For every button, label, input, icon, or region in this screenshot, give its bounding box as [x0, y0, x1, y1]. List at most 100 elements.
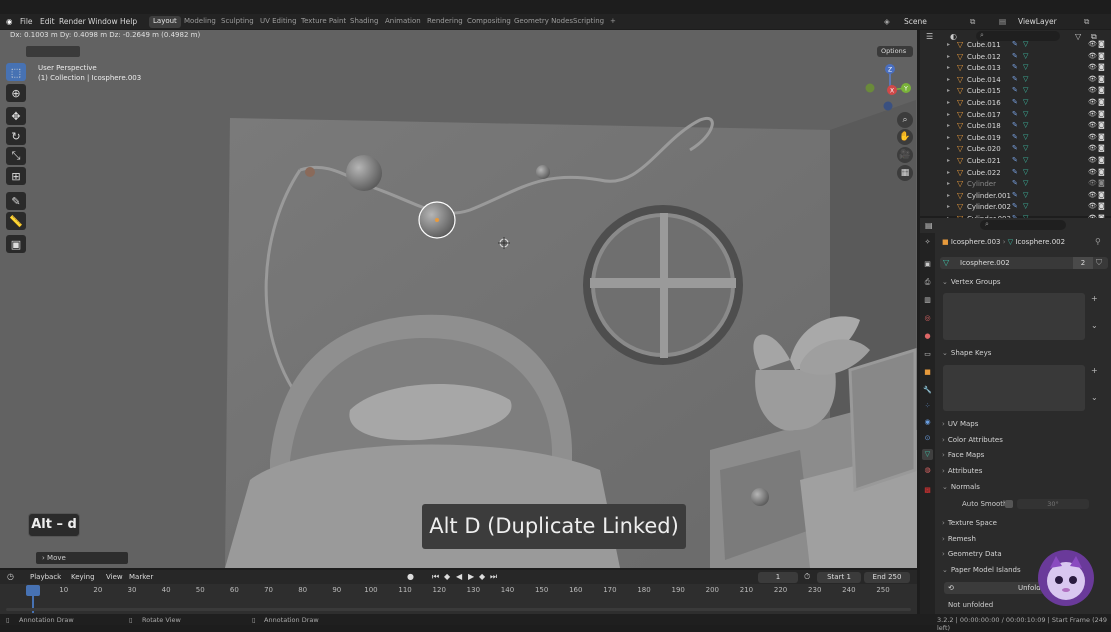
menu-help[interactable]: Help — [120, 17, 137, 26]
outliner-row-name[interactable]: Cube.011 — [967, 41, 1001, 49]
shape-keys-header[interactable]: ⌄ Shape Keys — [942, 349, 991, 357]
expand-arrow-icon[interactable]: ▸ — [947, 111, 950, 118]
texture-space-header[interactable]: › Texture Space — [942, 519, 997, 527]
outliner-row[interactable]: ▸ ▽ Cube.018 ✎ ▽ 👁 ◙ — [920, 121, 1111, 133]
outliner-row[interactable]: ▸ ▽ Cylinder.001 ✎ ▽ 👁 ◙ — [920, 191, 1111, 203]
pan-hand-icon[interactable]: ✋ — [897, 129, 913, 145]
expand-arrow-icon[interactable]: ▸ — [947, 145, 950, 152]
outliner-row[interactable]: ▸ ▽ Cube.020 ✎ ▽ 👁 ◙ — [920, 144, 1111, 156]
prev-keyframe-icon[interactable]: ◆ — [444, 572, 450, 581]
remesh-header[interactable]: › Remesh — [942, 535, 976, 543]
modifier-wrench-icon[interactable]: ✎ — [1012, 98, 1018, 106]
transform-tool-icon[interactable]: ⊞ — [6, 167, 26, 185]
physics-tab-icon[interactable]: ◉ — [922, 417, 933, 428]
expand-arrow-icon[interactable]: ▸ — [947, 99, 950, 106]
visibility-eye-icon[interactable]: 👁 — [1088, 144, 1097, 152]
tab-texture-paint[interactable]: Texture Paint — [297, 16, 350, 28]
outliner-row-name[interactable]: Cube.018 — [967, 122, 1001, 130]
outliner-row[interactable]: ▸ ▽ Cylinder.002 ✎ ▽ 👁 ◙ — [920, 202, 1111, 214]
annotate-tool-icon[interactable]: ✎ — [6, 192, 26, 210]
mesh-data-icon[interactable]: ▽ — [1023, 110, 1028, 118]
outliner-row[interactable]: ▸ ▽ Cube.016 ✎ ▽ 👁 ◙ — [920, 98, 1111, 110]
visibility-eye-icon[interactable]: 👁 — [1088, 156, 1097, 164]
expand-arrow-icon[interactable]: ▸ — [947, 53, 950, 60]
modifier-wrench-icon[interactable]: ✎ — [1012, 133, 1018, 141]
add-shape-key-icon[interactable]: + — [1091, 366, 1098, 375]
mesh-data-icon[interactable]: ▽ — [1023, 156, 1028, 164]
auto-smooth-checkbox[interactable] — [1005, 500, 1013, 508]
render-camera-icon[interactable]: ◙ — [1098, 121, 1105, 129]
outliner-row-name[interactable]: Cube.016 — [967, 99, 1001, 107]
start-frame-field[interactable]: Start 1 — [817, 572, 861, 583]
play-reverse-icon[interactable]: ◀ — [456, 572, 462, 581]
modifier-wrench-icon[interactable]: ✎ — [1012, 168, 1018, 176]
render-camera-icon[interactable]: ◙ — [1098, 191, 1105, 199]
outliner-row[interactable]: ▸ ▽ Cube.014 ✎ ▽ 👁 ◙ — [920, 75, 1111, 87]
outliner-row[interactable]: ▸ ▽ Cube.019 ✎ ▽ 👁 ◙ — [920, 133, 1111, 145]
playback-menu[interactable]: Playback — [30, 573, 61, 581]
visibility-eye-icon[interactable]: 👁 — [1088, 75, 1097, 83]
scene-icon[interactable]: ◈ — [884, 17, 890, 26]
mesh-data-icon[interactable]: ▽ — [1023, 52, 1028, 60]
tab-modeling[interactable]: Modeling — [180, 16, 220, 28]
tab-layout[interactable]: Layout — [149, 16, 181, 28]
scene-name[interactable]: Scene — [904, 17, 927, 26]
properties-editor-icon[interactable]: ▤ — [925, 221, 933, 230]
next-keyframe-icon[interactable]: ◆ — [479, 572, 485, 581]
outliner-row-name[interactable]: Cube.019 — [967, 134, 1001, 142]
timeline-panel[interactable]: ◷ Playback Keying View Marker ● ⏮ ◆ ◀ ▶ … — [0, 570, 917, 614]
color-attributes-header[interactable]: › Color Attributes — [942, 436, 1003, 444]
expand-arrow-icon[interactable]: ▸ — [947, 64, 950, 71]
properties-search-input[interactable]: ⌕ — [980, 220, 1066, 230]
outliner-row-name[interactable]: Cube.013 — [967, 64, 1001, 72]
tab-shading[interactable]: Shading — [346, 16, 382, 28]
record-icon[interactable]: ● — [407, 572, 414, 581]
mesh-data-icon[interactable]: ▽ — [1023, 63, 1028, 71]
render-camera-icon[interactable]: ◙ — [1098, 98, 1105, 106]
expand-arrow-icon[interactable]: ▸ — [947, 87, 950, 94]
add-cube-tool-icon[interactable]: ▣ — [6, 235, 26, 253]
outliner-row[interactable]: ▸ ▽ Cube.017 ✎ ▽ 👁 ◙ — [920, 110, 1111, 122]
outliner-row[interactable]: ▸ ▽ Cube.013 ✎ ▽ 👁 ◙ — [920, 63, 1111, 75]
outliner-row[interactable]: ▸ ▽ Cylinder ✎ ▽ 👁 ◙ — [920, 179, 1111, 191]
modifier-wrench-icon[interactable]: ✎ — [1012, 86, 1018, 94]
unfold-button[interactable]: ⟲ Unfold — [944, 582, 1044, 594]
keying-menu[interactable]: Keying — [71, 573, 95, 581]
modifier-wrench-icon[interactable]: ✎ — [1012, 156, 1018, 164]
stopwatch-icon[interactable]: ⏱ — [804, 572, 810, 582]
render-camera-icon[interactable]: ◙ — [1098, 75, 1105, 83]
zoom-icon[interactable]: ⌕ — [897, 112, 913, 128]
tab-geometry-nodes[interactable]: Geometry Nodes — [510, 16, 577, 28]
camera-view-icon[interactable]: 🎥 — [897, 147, 913, 163]
modifier-wrench-icon[interactable]: ✎ — [1012, 75, 1018, 83]
visibility-eye-icon[interactable]: 👁 — [1088, 168, 1097, 176]
auto-smooth-angle-field[interactable]: 30° — [1017, 499, 1089, 509]
visibility-eye-icon[interactable]: 👁 — [1088, 110, 1097, 118]
perspective-grid-icon[interactable]: ▦ — [897, 165, 913, 181]
outliner-row-name[interactable]: Cube.021 — [967, 157, 1001, 165]
visibility-eye-icon[interactable]: 👁 — [1088, 179, 1097, 187]
add-vertex-group-icon[interactable]: + — [1091, 294, 1098, 303]
mesh-data-icon[interactable]: ▽ — [1023, 40, 1028, 48]
modifier-wrench-icon[interactable]: ✎ — [1012, 52, 1018, 60]
render-camera-icon[interactable]: ◙ — [1098, 40, 1105, 48]
render-camera-icon[interactable]: ◙ — [1098, 202, 1105, 210]
modifier-wrench-icon[interactable]: ✎ — [1012, 63, 1018, 71]
geometry-data-header[interactable]: › Geometry Data — [942, 550, 1002, 558]
fake-user-shield-icon[interactable]: ⛉ — [1096, 258, 1102, 268]
attributes-header[interactable]: › Attributes — [942, 467, 982, 475]
modifier-wrench-icon[interactable]: ✎ — [1012, 191, 1018, 199]
visibility-eye-icon[interactable]: 👁 — [1088, 40, 1097, 48]
vertex-groups-list[interactable] — [943, 293, 1085, 340]
outliner-row[interactable]: ▸ ▽ Cube.022 ✎ ▽ 👁 ◙ — [920, 168, 1111, 180]
mesh-browse-icon[interactable]: ▽ — [943, 258, 949, 267]
render-camera-icon[interactable]: ◙ — [1098, 179, 1105, 187]
mesh-data-icon[interactable]: ▽ — [1023, 191, 1028, 199]
menu-file[interactable]: File — [20, 17, 33, 26]
new-viewlayer-icon[interactable]: ⧉ — [1084, 17, 1089, 27]
mesh-data-icon[interactable]: ▽ — [1023, 121, 1028, 129]
outliner-row-name[interactable]: Cube.015 — [967, 87, 1001, 95]
last-operation-panel[interactable]: › Move — [36, 552, 128, 564]
outliner-row-name[interactable]: Cube.012 — [967, 53, 1001, 61]
menu-edit[interactable]: Edit — [40, 17, 55, 26]
